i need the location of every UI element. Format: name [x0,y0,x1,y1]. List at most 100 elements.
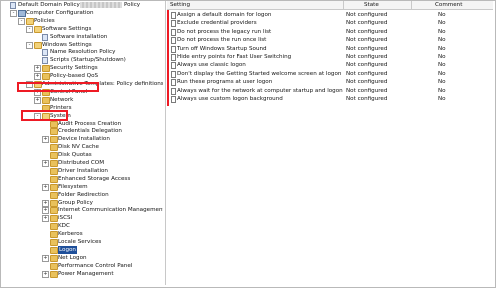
expand-toggle-icon[interactable]: + [42,136,49,143]
folder-icon [50,184,58,191]
tree-node[interactable]: + Device Installation [2,135,163,143]
expand-toggle-icon[interactable]: + [42,271,49,278]
tree-node-label: Policy-based QoS [50,73,99,79]
policy-setting-name: Always wait for the network at computer … [177,87,343,94]
column-header-setting[interactable]: Setting [170,1,190,9]
tree-node[interactable]: Enhanced Storage Access [2,175,163,183]
expand-toggle-icon[interactable]: + [42,215,49,222]
policy-settings-pane[interactable]: Setting State Comment Assign a default d… [167,1,493,285]
tree-node-label: Disk Quotas [58,152,92,158]
collapse-toggle-icon[interactable]: - [18,18,25,25]
tree-node[interactable]: + Net Logon [2,254,163,262]
policy-setting-name: Turn off Windows Startup Sound [177,45,267,52]
tree-node-label: Performance Control Panel [58,263,133,269]
policy-state: Not configured [346,12,388,18]
tree-node[interactable]: Locale Services [2,238,163,246]
folder-icon [50,255,58,262]
folder-icon [50,144,58,151]
folder-icon [50,136,58,143]
tree-node-label: Network [50,97,74,103]
policy-row[interactable]: Run these programs at user logon Not conf… [167,78,493,87]
tree-node-label: Device Installation [58,136,110,142]
tree-node[interactable]: Disk Quotas [2,151,163,159]
tree-node[interactable]: Scripts (Startup/Shutdown) [2,56,163,64]
folder-icon [50,263,58,270]
folder-icon [34,26,42,33]
policy-state: Not configured [346,37,388,44]
policy-comment: No [438,45,446,52]
tree-node[interactable]: Name Resolution Policy [2,48,163,56]
tree-node-label: Default Domain Policy [18,2,80,8]
tree-node[interactable]: - Computer Configuration [2,9,163,17]
tree-node[interactable]: Default Domain Policy Policy [2,1,163,9]
policy-row[interactable]: Always use classic logon Not configured No [167,61,493,70]
pane-splitter[interactable] [165,1,166,285]
policy-row[interactable]: Turn off Windows Startup Sound Not config… [167,45,493,53]
tree-node[interactable]: + Internet Communication Management [2,206,163,214]
column-divider[interactable] [411,1,412,9]
policy-tree-pane[interactable]: Default Domain Policy Policy - Computer Con… [2,1,163,285]
policy-setting-name: Always use classic logon [177,62,246,69]
folder-icon [50,168,58,175]
document-icon [42,34,48,41]
tree-node[interactable]: Performance Control Panel [2,262,163,270]
policy-setting-icon [171,79,176,87]
folder-icon [42,65,50,72]
policy-state: Not configured [346,79,388,86]
tree-node[interactable]: Software installation [2,33,163,41]
collapse-toggle-icon[interactable]: - [26,26,33,33]
policy-setting-name: Hide entry points for Fast User Switchin… [177,54,292,60]
expand-toggle-icon[interactable]: + [42,255,49,262]
tree-node[interactable]: - Policies [2,17,163,25]
policy-row[interactable]: Always wait for the network at computer … [167,87,493,95]
column-header-state[interactable]: State [364,1,379,9]
tree-node[interactable]: KDC [2,222,163,230]
policy-setting-icon [171,54,176,61]
tree-node[interactable]: + Security Settings [2,64,163,72]
tree-node[interactable]: Logon [2,246,163,254]
tree-node[interactable]: + Network [2,96,163,104]
tree-node[interactable]: Disk NV Cache [2,143,163,151]
tree-node[interactable]: Driver Installation [2,167,163,175]
tree-node[interactable]: Kerberos [2,230,163,238]
policy-comment: No [438,37,446,44]
tree-node[interactable]: + iSCSI [2,214,163,222]
tree-node-label: Driver Installation [58,168,108,174]
policy-state: Not configured [346,28,388,35]
red-annotation-system [21,110,68,121]
policy-setting-name: Don't display the Getting Started welcom… [177,70,342,77]
policy-row[interactable]: Do not process the run once list Not conf… [167,36,493,45]
expand-toggle-icon[interactable]: + [34,73,41,80]
tree-node[interactable]: + Policy-based QoS [2,72,163,80]
tree-node[interactable]: Folder Redirection [2,191,163,199]
policy-row[interactable]: Don't display the Getting Started welcom… [167,70,493,78]
policy-setting-icon [171,20,176,28]
policy-row[interactable]: Hide entry points for Fast User Switchin… [167,53,493,61]
column-divider[interactable] [343,1,344,9]
expand-toggle-icon[interactable]: + [42,184,49,191]
expand-toggle-icon[interactable]: + [42,207,49,214]
tree-node[interactable]: + Distributed COM [2,159,163,167]
tree-node[interactable]: + Filesystem [2,183,163,191]
policy-setting-name: Exclude credential providers [177,20,257,27]
column-header-comment[interactable]: Comment [435,1,462,9]
policy-row[interactable]: Always use custom logon background Not co… [167,95,493,103]
expand-toggle-icon[interactable]: + [34,97,41,104]
collapse-toggle-icon[interactable]: - [10,10,17,17]
folder-icon [50,271,58,278]
policy-row[interactable]: Exclude credential providers Not configur… [167,19,493,28]
folder-icon [50,192,58,199]
policy-comment: No [438,62,446,69]
tree-node[interactable]: + Power Management [2,270,163,278]
expand-toggle-icon[interactable]: + [34,65,41,72]
tree-node-label: Computer Configuration [26,10,94,16]
tree-node-label: Locale Services [58,239,102,245]
policy-row[interactable]: Assign a default domain for logon Not con… [167,11,493,19]
expand-toggle-icon[interactable]: + [42,160,49,167]
tree-node[interactable]: Credentials Delegation [2,127,163,135]
tree-node[interactable]: - Software Settings [2,25,163,33]
policy-setting-icon [171,28,176,36]
computer-icon [18,10,26,17]
tree-node-label: Distributed COM [58,160,105,166]
policy-row[interactable]: Do not process the legacy run list Not co… [167,28,493,36]
